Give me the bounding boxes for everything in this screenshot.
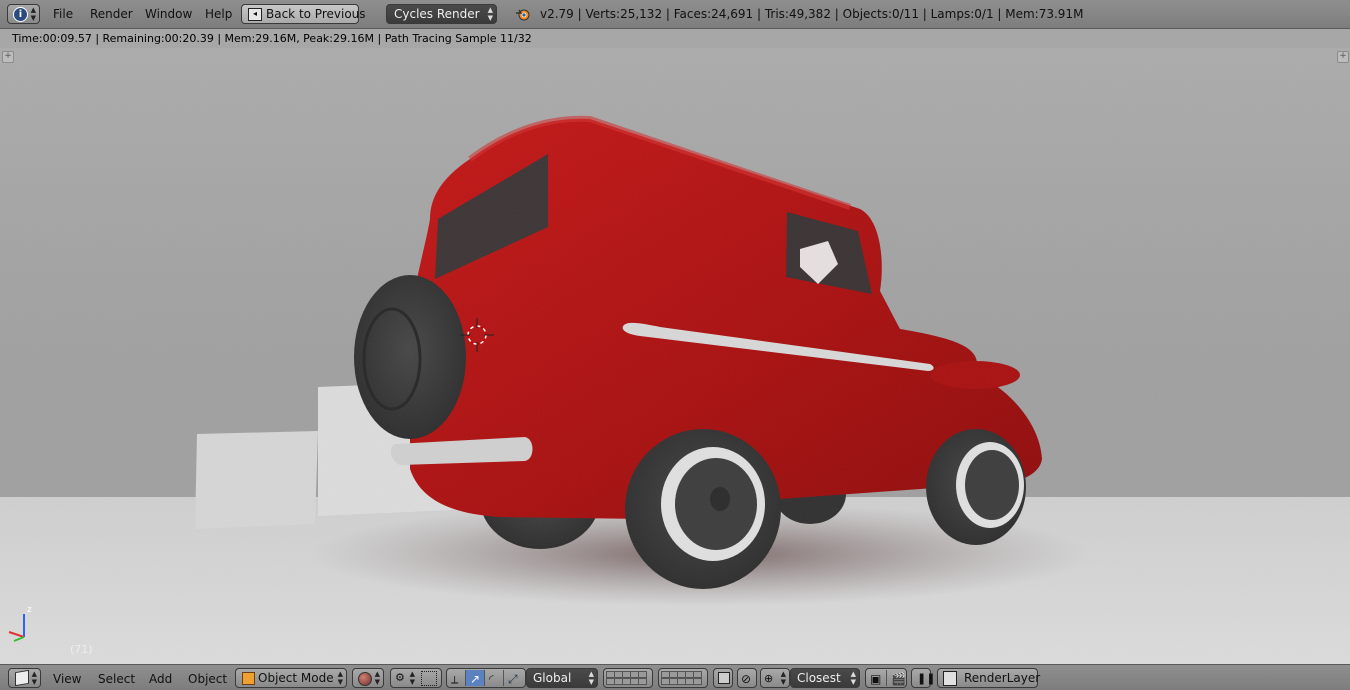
pivot-icon: ⚙ <box>395 671 405 684</box>
info-header: i ▲ ▼ File Render Window Help ◂ Back to P… <box>0 0 1350 29</box>
pause-render-button[interactable]: ❚❚ <box>911 668 935 688</box>
back-to-previous-button[interactable]: ◂ Back to Previous <box>241 4 366 24</box>
snap-target-label: Closest <box>797 671 841 685</box>
rotate-manipulator-icon[interactable]: ◜ <box>485 670 504 686</box>
chevron-updown-icon: ▲ ▼ <box>780 670 786 686</box>
render-layer-selector[interactable]: RenderLayer <box>937 668 1041 688</box>
pause-icon: ❚❚ <box>917 672 936 685</box>
render-image-icon[interactable]: ▣ <box>866 670 887 686</box>
manipulator-toggle-group[interactable]: ⟂ ↗ ◜ ⤢ <box>446 668 526 688</box>
scene-layers-group-2[interactable] <box>658 668 708 688</box>
editor-type-selector-3d[interactable]: ▲ ▼ <box>8 668 41 688</box>
menu-file[interactable]: File <box>53 7 73 21</box>
pivot-point-dropdown[interactable]: ⚙ ▲ ▼ <box>390 668 442 688</box>
render-engine-dropdown[interactable]: Cycles Render ▲ ▼ <box>386 4 497 24</box>
render-noise <box>0 29 1350 664</box>
proportional-editing-button[interactable]: ⊘ <box>737 668 757 688</box>
chevron-updown-icon: ▲ ▼ <box>337 670 343 686</box>
chevron-updown-icon: ▲ ▼ <box>850 670 856 686</box>
render-layer-label: RenderLayer <box>964 671 1041 685</box>
layers-lock-icon <box>718 672 730 684</box>
menu-add[interactable]: Add <box>149 672 172 686</box>
chevron-updown-icon: ▲ ▼ <box>30 6 36 22</box>
back-to-previous-label: Back to Previous <box>266 7 366 21</box>
render-engine-label: Cycles Render <box>394 7 480 21</box>
chevron-updown-icon: ▲ ▼ <box>487 6 493 22</box>
scale-manipulator-icon[interactable]: ⤢ <box>504 670 523 686</box>
opengl-render-group[interactable]: ▣ 🎬 <box>865 668 907 688</box>
render-progress-text: Time:00:09.57 | Remaining:00:20.39 | Mem… <box>12 32 532 45</box>
area-split-widget-left[interactable]: + <box>2 51 14 63</box>
rendered-scene: z <box>0 29 1350 664</box>
back-screen-icon: ◂ <box>248 8 262 21</box>
manipulator-center-icon <box>421 671 437 686</box>
viewport-shading-dropdown[interactable]: ▲ ▼ <box>352 668 384 688</box>
lock-camera-layers-button[interactable] <box>713 668 733 688</box>
snap-target-dropdown[interactable]: Closest ▲ ▼ <box>790 668 860 688</box>
area-split-widget-right[interactable]: + <box>1337 51 1349 63</box>
scene-layers-group-1[interactable] <box>603 668 653 688</box>
chevron-updown-icon: ▲ ▼ <box>374 670 380 686</box>
info-icon: i <box>13 7 28 22</box>
menu-render[interactable]: Render <box>90 7 133 21</box>
mode-label: Object Mode <box>258 671 334 685</box>
render-animation-icon[interactable]: 🎬 <box>887 670 908 686</box>
proportional-edit-icon: ⊘ <box>741 672 752 686</box>
snap-element-dropdown[interactable]: ⊕ ▲ ▼ <box>760 668 790 688</box>
snap-icon: ⊕ <box>764 672 774 685</box>
menu-select[interactable]: Select <box>98 672 135 686</box>
axis-z-label: z <box>27 605 32 615</box>
render-layer-icon <box>943 671 957 686</box>
object-mode-icon <box>242 672 255 685</box>
mode-dropdown[interactable]: Object Mode ▲ ▼ <box>235 668 347 688</box>
editor-type-selector[interactable]: i ▲ ▼ <box>7 4 40 24</box>
current-frame-label: (71) <box>70 643 93 656</box>
transform-orientation-dropdown[interactable]: Global ▲ ▼ <box>526 668 598 688</box>
chevron-updown-icon: ▲ ▼ <box>409 670 415 686</box>
scene-statistics: v2.79 | Verts:25,132 | Faces:24,691 | Tr… <box>540 7 1084 21</box>
menu-object[interactable]: Object <box>188 672 227 686</box>
sphere-shading-icon <box>358 672 372 686</box>
menu-help[interactable]: Help <box>205 7 232 21</box>
chevron-updown-icon: ▲ ▼ <box>588 670 594 686</box>
3d-view-header: ▲ ▼ View Select Add Object Object Mode ▲ ▼… <box>0 664 1350 690</box>
3d-viewport[interactable]: z Time:00:09.57 | Remaining:00:20.39 | M… <box>0 29 1350 664</box>
manipulator-toggle-icon[interactable]: ⟂ <box>447 670 466 686</box>
blender-logo-icon <box>516 9 530 21</box>
chevron-updown-icon: ▲ ▼ <box>31 670 37 686</box>
orientation-label: Global <box>533 671 572 685</box>
menu-window[interactable]: Window <box>145 7 192 21</box>
menu-view[interactable]: View <box>53 672 81 686</box>
translate-manipulator-icon[interactable]: ↗ <box>466 670 485 686</box>
cube-icon <box>15 669 29 687</box>
